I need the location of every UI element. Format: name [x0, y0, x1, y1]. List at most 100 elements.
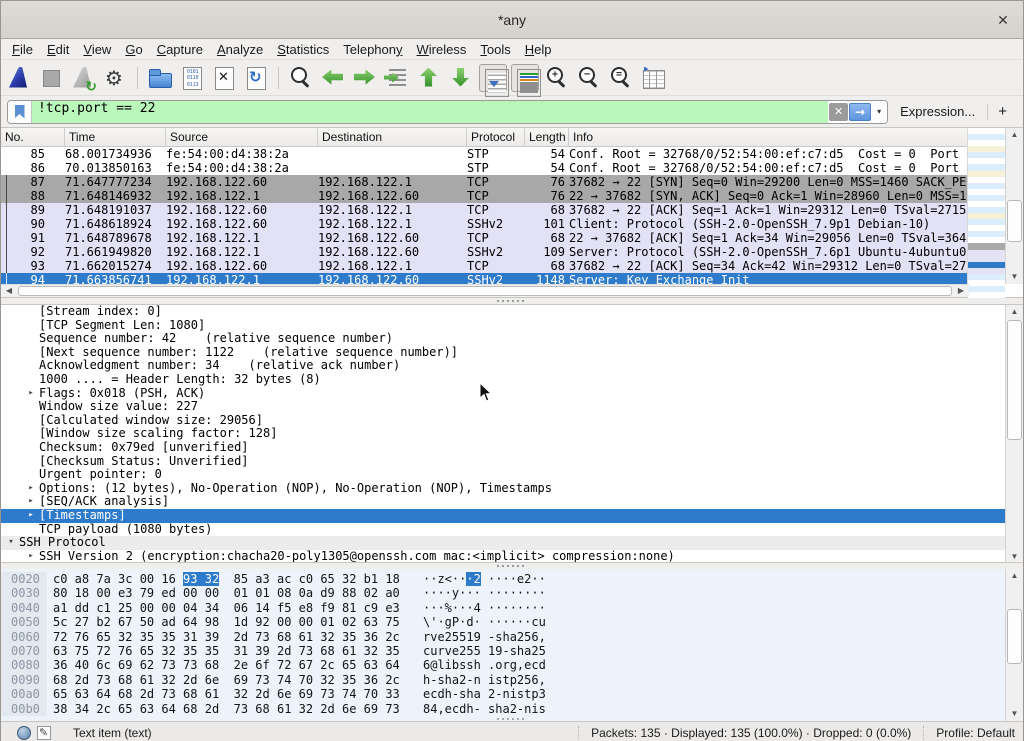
packet-row[interactable]: 85 68.001734936 fe:54:00:d4:38:2a STP 54… [1, 147, 969, 161]
expand-triangle-icon[interactable] [23, 400, 39, 414]
capture-options-icon[interactable] [101, 64, 129, 92]
hex-row[interactable]: 0040 a1 dd c1 25 00 00 04 34 06 14 f5 e8… [1, 601, 1023, 615]
column-header[interactable]: Source [166, 128, 318, 146]
hex-row[interactable]: 00b0 38 34 2c 65 63 64 68 2d 73 68 61 32… [1, 702, 1023, 716]
scroll-thumb[interactable] [1007, 200, 1022, 242]
menu-item[interactable]: Statistics [270, 40, 336, 59]
scroll-thumb[interactable] [18, 286, 952, 296]
column-header[interactable]: Time [65, 128, 166, 146]
packet-row[interactable]: 89 71.648191037 192.168.122.60 192.168.1… [1, 203, 969, 217]
packet-row[interactable]: 90 71.648618924 192.168.122.60 192.168.1… [1, 217, 969, 231]
menu-item[interactable]: Edit [40, 40, 76, 59]
detail-row[interactable]: TCP payload (1080 bytes) [1, 523, 1007, 537]
scroll-thumb[interactable] [1007, 609, 1022, 664]
menu-item[interactable]: Capture [150, 40, 210, 59]
column-header[interactable]: Protocol [467, 128, 525, 146]
start-capture-icon[interactable] [5, 64, 33, 92]
detail-row[interactable]: [TCP Segment Len: 1080] [1, 319, 1007, 333]
hex-row[interactable]: 0050 5c 27 b2 67 50 ad 64 98 1d 92 00 00… [1, 615, 1023, 629]
packet-row[interactable]: 88 71.648146932 192.168.122.1 192.168.12… [1, 189, 969, 203]
menu-item[interactable]: Tools [473, 40, 517, 59]
scroll-down-arrow[interactable]: ▼ [1006, 550, 1023, 563]
scroll-thumb[interactable] [1007, 320, 1022, 440]
detail-row[interactable]: ▸ [Timestamps] [1, 509, 1007, 523]
find-packet-icon[interactable] [287, 64, 315, 92]
go-first-packet-icon[interactable] [415, 64, 443, 92]
menu-item[interactable]: View [76, 40, 118, 59]
detail-row[interactable]: Acknowledgment number: 34 (relative ack … [1, 359, 1007, 373]
status-profile[interactable]: Profile: Default [923, 726, 1015, 740]
detail-row[interactable]: 1000 .... = Header Length: 32 bytes (8) [1, 373, 1007, 387]
expand-triangle-icon[interactable]: ▸ [23, 550, 39, 563]
detail-row[interactable]: [Stream index: 0] [1, 305, 1007, 319]
restart-capture-icon[interactable] [69, 64, 97, 92]
expand-triangle-icon[interactable] [23, 455, 39, 469]
expand-triangle-icon[interactable]: ▸ [23, 482, 39, 496]
scroll-right-arrow[interactable]: ▶ [953, 285, 969, 297]
save-capture-file-icon[interactable] [178, 64, 206, 92]
expand-triangle-icon[interactable]: ▸ [23, 509, 39, 523]
filter-clear-button[interactable]: ✕ [829, 103, 848, 121]
column-header[interactable]: Info [569, 128, 969, 146]
close-capture-file-icon[interactable] [210, 64, 238, 92]
detail-row[interactable]: Window size value: 227 [1, 400, 1007, 414]
reload-capture-file-icon[interactable] [242, 64, 270, 92]
expand-triangle-icon[interactable] [23, 414, 39, 428]
column-header[interactable]: Length [525, 128, 569, 146]
column-header[interactable]: Destination [318, 128, 467, 146]
close-window-button[interactable]: ✕ [993, 10, 1013, 30]
details-vscrollbar[interactable]: ▲ ▼ [1005, 305, 1023, 563]
scroll-up-arrow[interactable]: ▲ [1006, 128, 1023, 142]
expand-triangle-icon[interactable]: ▸ [23, 387, 39, 401]
menu-item[interactable]: File [5, 40, 40, 59]
go-forward-icon[interactable] [351, 64, 379, 92]
menu-item[interactable]: Help [518, 40, 559, 59]
hex-row[interactable]: 0030 80 18 00 e3 79 ed 00 00 01 01 08 0a… [1, 586, 1023, 600]
detail-row[interactable]: [Window size scaling factor: 128] [1, 427, 1007, 441]
expand-triangle-icon[interactable] [23, 319, 39, 333]
expert-info-icon[interactable] [17, 726, 31, 740]
add-filter-button[interactable]: + [988, 103, 1017, 120]
packet-list-hscrollbar[interactable]: ◀ ▶ [1, 284, 969, 297]
menu-item[interactable]: Wireless [410, 40, 474, 59]
colorize-packets-icon[interactable] [511, 64, 539, 92]
expand-triangle-icon[interactable] [23, 332, 39, 346]
detail-row[interactable]: [Next sequence number: 1122 (relative se… [1, 346, 1007, 360]
hex-row[interactable]: 0020 c0 a8 7a 3c 00 16 93 32 85 a3 ac c0… [1, 572, 1023, 586]
go-back-icon[interactable] [319, 64, 347, 92]
expand-triangle-icon[interactable] [23, 305, 39, 319]
auto-scroll-icon[interactable] [479, 64, 507, 92]
scroll-up-arrow[interactable]: ▲ [1006, 569, 1023, 583]
stop-capture-icon[interactable] [37, 64, 65, 92]
detail-row[interactable]: Sequence number: 42 (relative sequence n… [1, 332, 1007, 346]
filter-apply-button[interactable]: → [849, 103, 871, 121]
intelligent-scrollbar-minimap[interactable] [967, 128, 1005, 298]
resize-columns-icon[interactable] [639, 64, 667, 92]
expand-triangle-icon[interactable]: ▾ [3, 536, 19, 550]
packet-row[interactable]: 91 71.648789678 192.168.122.1 192.168.12… [1, 231, 969, 245]
scroll-down-arrow[interactable]: ▼ [1006, 270, 1023, 284]
detail-row[interactable]: ▸ Options: (12 bytes), No-Operation (NOP… [1, 482, 1007, 496]
open-capture-file-icon[interactable] [146, 64, 174, 92]
expression-button[interactable]: Expression... [888, 104, 987, 119]
hex-row[interactable]: 0080 36 40 6c 69 62 73 73 68 2e 6f 72 67… [1, 658, 1023, 672]
capture-comment-icon[interactable] [37, 726, 51, 740]
expand-triangle-icon[interactable] [23, 346, 39, 360]
menu-item[interactable]: Go [118, 40, 149, 59]
expand-triangle-icon[interactable] [23, 373, 39, 387]
hex-row[interactable]: 0070 63 75 72 76 65 32 35 35 31 39 2d 73… [1, 644, 1023, 658]
go-last-packet-icon[interactable] [447, 64, 475, 92]
hex-vscrollbar[interactable]: ▲ ▼ [1005, 569, 1023, 721]
zoom-out-icon[interactable] [575, 64, 603, 92]
display-filter-input[interactable]: !tcp.port == 22 [32, 101, 828, 123]
detail-row[interactable]: ▸ [SEQ/ACK analysis] [1, 495, 1007, 509]
expand-triangle-icon[interactable] [23, 468, 39, 482]
menu-item[interactable]: Telephony [336, 40, 409, 59]
detail-row[interactable]: [Calculated window size: 29056] [1, 414, 1007, 428]
expand-triangle-icon[interactable] [23, 427, 39, 441]
column-header[interactable]: No. [1, 128, 65, 146]
expand-triangle-icon[interactable] [23, 441, 39, 455]
filter-bookmark-button[interactable] [8, 101, 32, 123]
detail-row[interactable]: ▾ SSH Protocol [1, 536, 1007, 550]
scroll-left-arrow[interactable]: ◀ [1, 285, 17, 297]
